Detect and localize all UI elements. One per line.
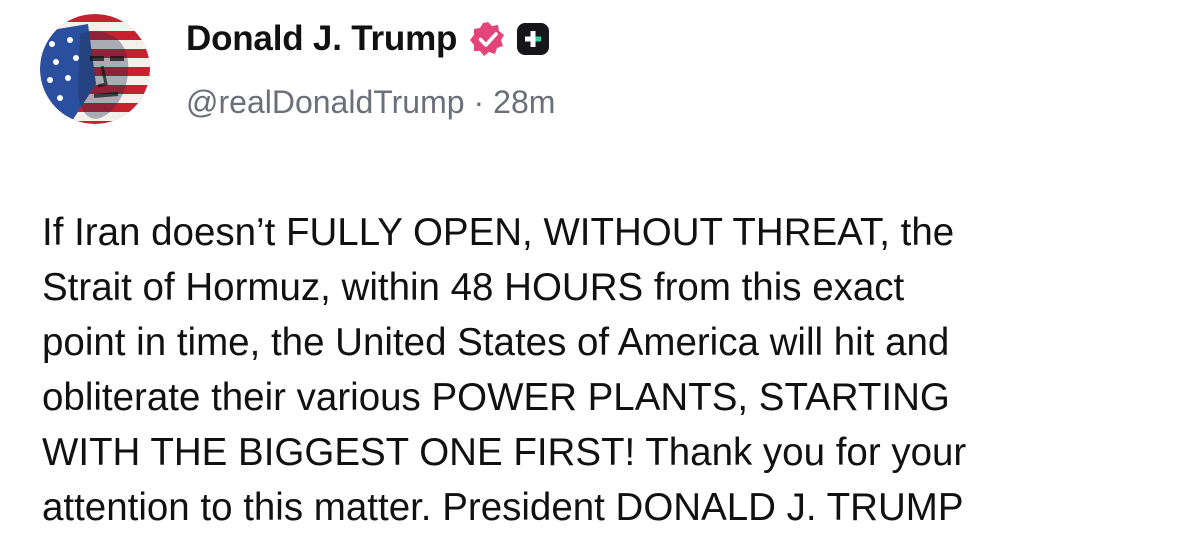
- post-card: Donald J. Trump @realDonaldTrump · 28m I…: [0, 0, 1200, 553]
- meta-separator: ·: [473, 84, 485, 120]
- post-text-line: point in time, the United States of Amer…: [42, 321, 950, 364]
- author-handle[interactable]: @realDonaldTrump: [186, 84, 465, 121]
- author-name-row: Donald J. Trump: [186, 16, 550, 62]
- author-avatar[interactable]: [40, 14, 150, 124]
- post-text-line: If Iran doesn’t FULLY OPEN, WITHOUT THRE…: [42, 211, 955, 254]
- author-display-name[interactable]: Donald J. Trump: [186, 19, 457, 59]
- post-text-line: Strait of Hormuz, within 48 HOURS from t…: [42, 266, 905, 309]
- post-text-line: obliterate their various POWER PLANTS, S…: [42, 376, 950, 419]
- post-text-line: attention to this matter. President DONA…: [42, 486, 964, 529]
- post-timestamp[interactable]: 28m: [493, 84, 555, 121]
- verified-badge-icon: [469, 20, 507, 58]
- post-text: If Iran doesn’t FULLY OPEN, WITHOUT THRE…: [42, 205, 1172, 535]
- post-text-line: WITH THE BIGGEST ONE FIRST! Thank you fo…: [42, 431, 967, 474]
- plus-badge-icon[interactable]: [517, 23, 550, 55]
- post-meta: @realDonaldTrump · 28m: [186, 84, 555, 121]
- flag-portrait-avatar-icon: [40, 14, 150, 124]
